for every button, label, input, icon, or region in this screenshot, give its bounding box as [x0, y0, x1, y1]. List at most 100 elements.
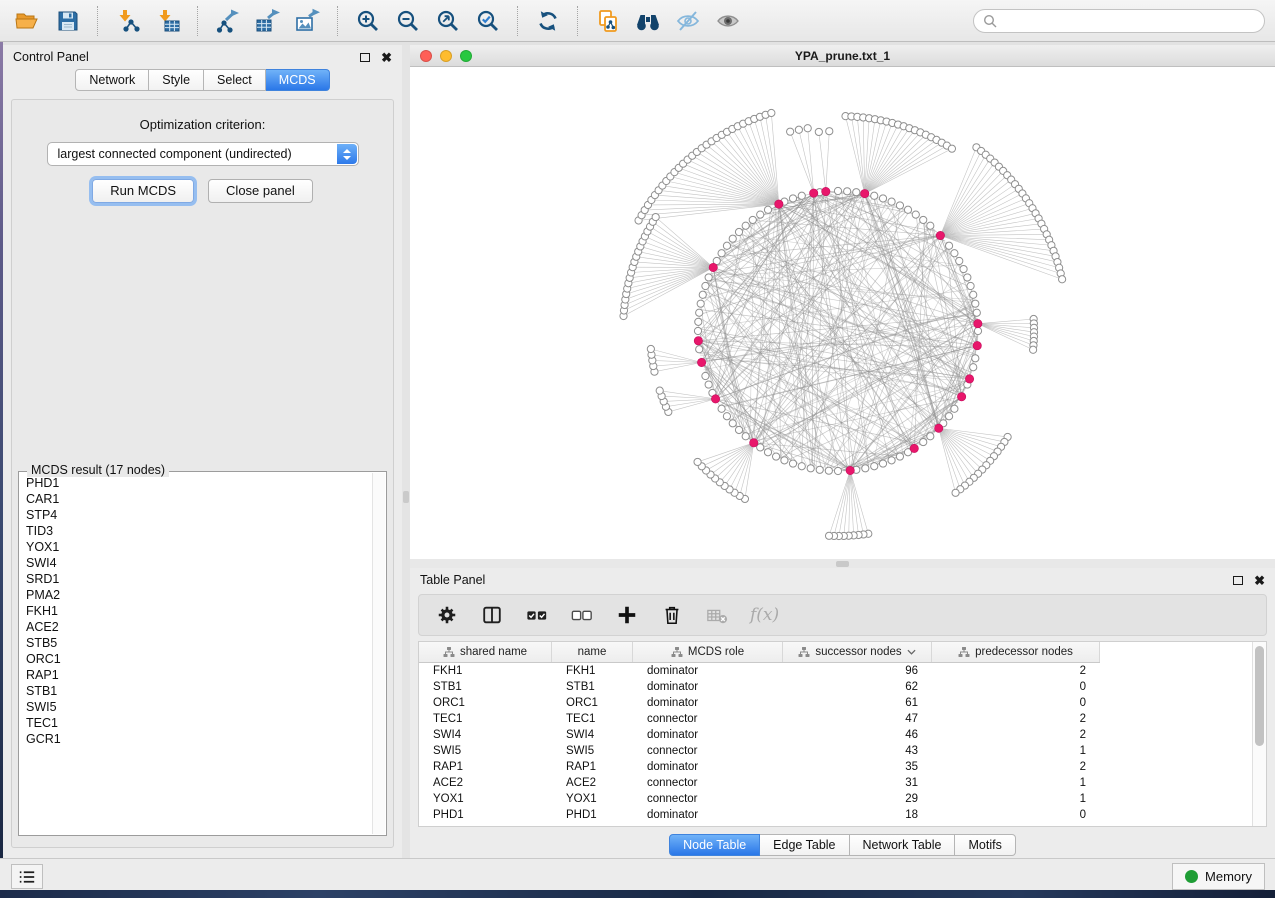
- table-cell: 18: [783, 807, 932, 823]
- close-window-icon[interactable]: [420, 50, 432, 62]
- minimize-window-icon[interactable]: [440, 50, 452, 62]
- vertical-splitter[interactable]: [402, 45, 410, 858]
- table-cell: 43: [783, 743, 932, 759]
- table-row[interactable]: FKH1FKH1dominator962: [419, 663, 1266, 679]
- table-row[interactable]: SWI4SWI4dominator462: [419, 727, 1266, 743]
- close-panel-icon[interactable]: ✖: [1254, 574, 1265, 587]
- maximize-window-icon[interactable]: [460, 50, 472, 62]
- export-image-button[interactable]: [290, 5, 326, 37]
- split-panel-icon[interactable]: [480, 603, 504, 627]
- zoom-in-icon: [356, 9, 380, 33]
- column-header-shared-name[interactable]: shared name: [419, 642, 552, 662]
- table-row[interactable]: RAP1RAP1dominator352: [419, 759, 1266, 775]
- memory-button[interactable]: Memory: [1172, 863, 1265, 890]
- horizontal-splitter[interactable]: [410, 559, 1275, 568]
- mcds-result-item[interactable]: STP4: [20, 507, 372, 523]
- settings-gear-icon[interactable]: [435, 603, 459, 627]
- tab-select[interactable]: Select: [204, 69, 266, 91]
- open-file-button[interactable]: [10, 5, 46, 37]
- column-header-MCDS-role[interactable]: MCDS role: [633, 642, 783, 662]
- mcds-result-item[interactable]: TEC1: [20, 715, 372, 731]
- tab-network[interactable]: Network: [75, 69, 149, 91]
- control-panel: Control Panel ✖ NetworkStyleSelectMCDS O…: [3, 45, 402, 858]
- tab-mcds[interactable]: MCDS: [266, 69, 330, 91]
- deselect-all-checkboxes-icon[interactable]: [570, 603, 594, 627]
- float-panel-icon[interactable]: [1233, 576, 1243, 585]
- tab-motifs[interactable]: Motifs: [955, 834, 1015, 856]
- mcds-result-item[interactable]: SWI4: [20, 555, 372, 571]
- zoom-in-button[interactable]: [350, 5, 386, 37]
- network-window-titlebar[interactable]: YPA_prune.txt_1: [410, 45, 1275, 67]
- mcds-result-item[interactable]: SRD1: [20, 571, 372, 587]
- network-graph-svg[interactable]: [410, 67, 1275, 559]
- column-header-successor-nodes[interactable]: successor nodes: [783, 642, 932, 662]
- table-row[interactable]: YOX1YOX1connector291: [419, 791, 1266, 807]
- tab-edge-table[interactable]: Edge Table: [760, 834, 849, 856]
- mcds-result-item[interactable]: GCR1: [20, 731, 372, 747]
- export-table-button[interactable]: [250, 5, 286, 37]
- show-all-button[interactable]: [710, 5, 746, 37]
- run-mcds-button[interactable]: Run MCDS: [92, 179, 194, 203]
- export-table-icon: [255, 8, 281, 34]
- table-row[interactable]: PHD1PHD1dominator180: [419, 807, 1266, 823]
- table-cell: dominator: [633, 679, 783, 695]
- table-scrollbar[interactable]: [1252, 642, 1266, 826]
- mcds-result-item[interactable]: STB1: [20, 683, 372, 699]
- table-row[interactable]: TEC1TEC1connector472: [419, 711, 1266, 727]
- mcds-result-item[interactable]: FKH1: [20, 603, 372, 619]
- column-header-predecessor-nodes[interactable]: predecessor nodes: [932, 642, 1100, 662]
- clone-network-button[interactable]: [590, 5, 626, 37]
- table-cell: 61: [783, 695, 932, 711]
- table-scrollbar-thumb[interactable]: [1255, 646, 1264, 746]
- table-row[interactable]: ORC1ORC1dominator610: [419, 695, 1266, 711]
- column-header-name[interactable]: name: [552, 642, 633, 662]
- zoom-out-button[interactable]: [390, 5, 426, 37]
- table-row[interactable]: SWI5SWI5connector431: [419, 743, 1266, 759]
- delete-column-icon[interactable]: [660, 603, 684, 627]
- hide-selected-button[interactable]: [670, 5, 706, 37]
- table-cell: dominator: [633, 695, 783, 711]
- mcds-result-item[interactable]: PHD1: [20, 475, 372, 491]
- select-all-checkboxes-icon[interactable]: [525, 603, 549, 627]
- eye-slash-icon: [676, 9, 700, 33]
- zoom-fit-button[interactable]: [430, 5, 466, 37]
- dropdown-stepper-icon: [337, 144, 357, 164]
- mcds-result-item[interactable]: TID3: [20, 523, 372, 539]
- add-column-icon[interactable]: [615, 603, 639, 627]
- table-row[interactable]: ACE2ACE2connector311: [419, 775, 1266, 791]
- mcds-result-item[interactable]: RAP1: [20, 667, 372, 683]
- tab-node-table[interactable]: Node Table: [669, 834, 760, 856]
- tab-network-table[interactable]: Network Table: [850, 834, 956, 856]
- tab-style[interactable]: Style: [149, 69, 204, 91]
- mcds-result-item[interactable]: ORC1: [20, 651, 372, 667]
- mcds-result-scrollbar[interactable]: [372, 473, 385, 834]
- mcds-result-item[interactable]: ACE2: [20, 619, 372, 635]
- table-body: FKH1FKH1dominator962STB1STB1dominator620…: [419, 663, 1266, 823]
- save-session-button[interactable]: [50, 5, 86, 37]
- mcds-result-item[interactable]: YOX1: [20, 539, 372, 555]
- import-table-button[interactable]: [150, 5, 186, 37]
- close-panel-button[interactable]: Close panel: [208, 179, 313, 203]
- mcds-result-item[interactable]: SWI5: [20, 699, 372, 715]
- vertical-splitter-handle[interactable]: [403, 491, 409, 503]
- table-cell: SWI4: [552, 727, 633, 743]
- close-panel-icon[interactable]: ✖: [381, 51, 392, 64]
- search-input[interactable]: [1003, 13, 1255, 29]
- mcds-result-item[interactable]: PMA2: [20, 587, 372, 603]
- mcds-result-item[interactable]: CAR1: [20, 491, 372, 507]
- horizontal-splitter-handle[interactable]: [836, 561, 849, 567]
- refresh-layout-button[interactable]: [530, 5, 566, 37]
- export-network-button[interactable]: [210, 5, 246, 37]
- global-search-field[interactable]: [973, 9, 1265, 33]
- zoom-selected-button[interactable]: [470, 5, 506, 37]
- search-binoculars-button[interactable]: [630, 5, 666, 37]
- import-network-button[interactable]: [110, 5, 146, 37]
- table-row[interactable]: STB1STB1dominator620: [419, 679, 1266, 695]
- show-log-button[interactable]: [11, 864, 43, 889]
- float-panel-icon[interactable]: [360, 53, 370, 62]
- network-canvas[interactable]: [410, 67, 1275, 559]
- criterion-dropdown[interactable]: largest connected component (undirected): [47, 142, 359, 166]
- mcds-result-item[interactable]: STB5: [20, 635, 372, 651]
- table-cell: STB1: [419, 679, 552, 695]
- table-cell: 2: [932, 711, 1100, 727]
